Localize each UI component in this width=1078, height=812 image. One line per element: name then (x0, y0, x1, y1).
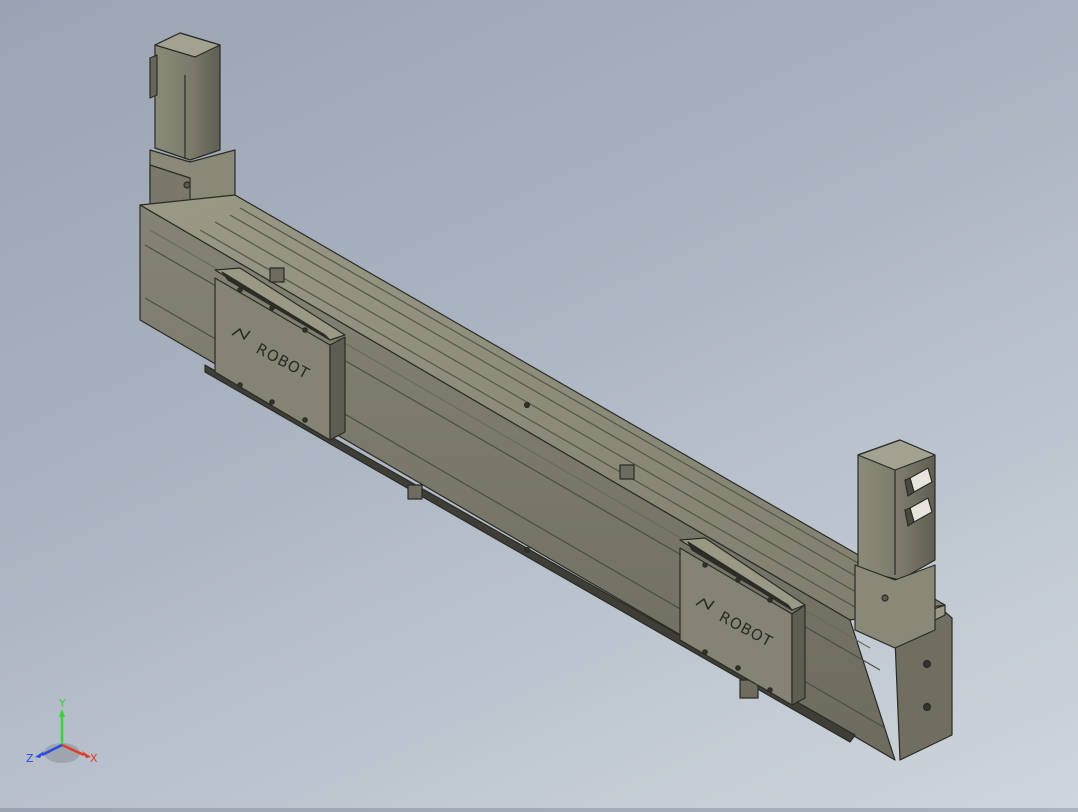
view-triad[interactable]: Y X Z (26, 697, 98, 765)
cad-viewport[interactable]: ROBOT ROBOT Y X Z (0, 0, 1078, 808)
triad-y-label: Y (58, 697, 66, 710)
triad-z-label: Z (26, 752, 34, 765)
rail-body (139, 194, 946, 761)
cad-model-svg: ROBOT ROBOT Y X Z (26, 32, 953, 765)
right-motor (854, 439, 936, 649)
linear-gantry-model: ROBOT ROBOT (139, 32, 953, 761)
triad-x-label: X (90, 752, 98, 765)
